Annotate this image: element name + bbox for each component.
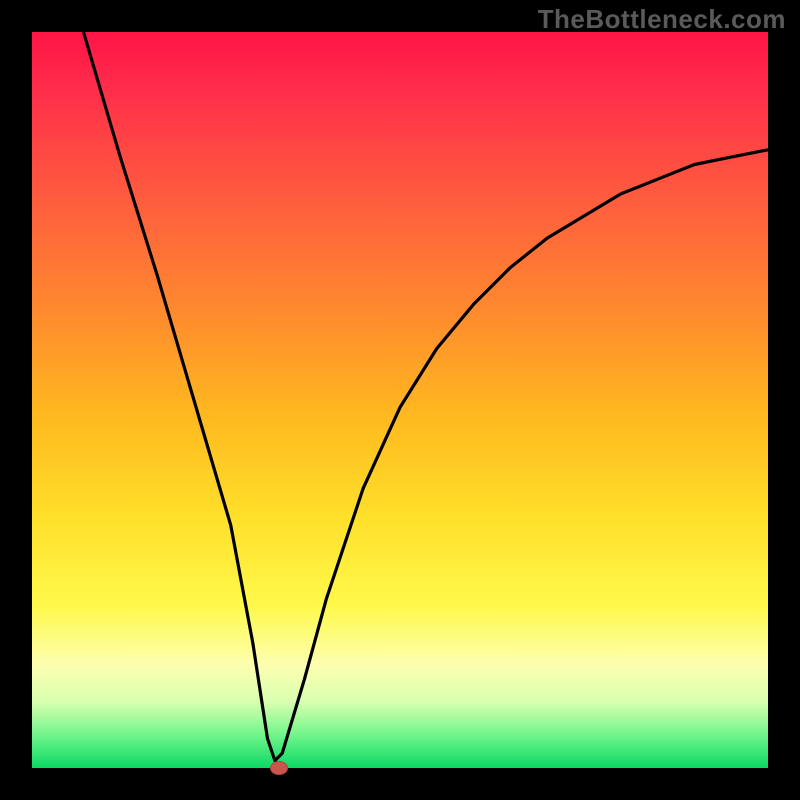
chart-frame: TheBottleneck.com [0,0,800,800]
bottleneck-curve [32,32,768,768]
watermark-text: TheBottleneck.com [538,4,786,35]
optimal-point-marker [270,761,288,775]
plot-area [32,32,768,768]
